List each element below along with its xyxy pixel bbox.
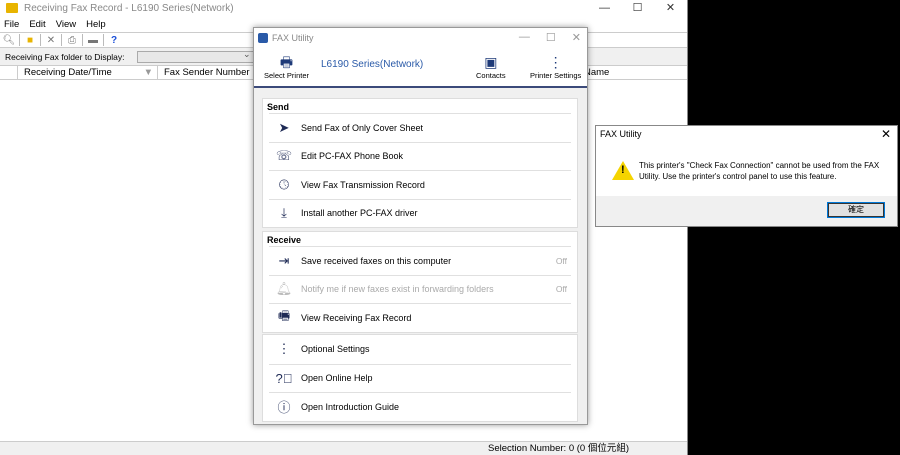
notify-new-faxes-item: 🔔︎ Notify me if new faxes exist in forwar… (269, 274, 571, 304)
alert-dialog: FAX Utility ✕ ! This printer's "Check Fa… (595, 125, 898, 227)
open-introduction-guide-item[interactable]: ⓘ Open Introduction Guide (269, 392, 571, 421)
bell-icon: 🔔︎ (275, 281, 293, 297)
question-circle-icon: ?⃝ (275, 370, 293, 386)
fax-utility-icon (258, 33, 268, 43)
record-clock-icon: 🕓︎ (278, 176, 290, 192)
fax-utility-title: FAX Utility (272, 33, 314, 43)
phone-book-icon: ☏ (275, 148, 293, 164)
view-transmission-record-item[interactable]: 🕓︎ View Fax Transmission Record (269, 170, 571, 199)
fax-utility-window: FAX Utility — ☐ ✕ 🖶 Select Printer L6190 Se… (253, 27, 588, 425)
close-button[interactable]: ✕ (654, 0, 687, 16)
more-vertical-icon: ⋮ (548, 54, 563, 70)
column-name[interactable]: Name (578, 66, 687, 79)
minimize-button[interactable]: — (519, 31, 530, 44)
dialog-title: FAX Utility (600, 129, 642, 139)
column-receiving-date[interactable]: Receiving Date/Time ▼ (18, 66, 158, 79)
delete-icon[interactable]: ✕ (44, 35, 58, 46)
toggle-state: Off (555, 284, 567, 295)
close-button[interactable]: ✕ (572, 31, 581, 44)
ok-button[interactable]: 確定 (827, 202, 885, 218)
toggle-state: Off (555, 255, 567, 266)
help-icon[interactable]: ? (107, 35, 121, 46)
status-bar: Selection Number: 0 (0 個位元組) (0, 441, 687, 455)
menu-help[interactable]: Help (86, 19, 106, 30)
receive-header: Receive (267, 235, 302, 245)
column-blank (0, 66, 18, 79)
send-header: Send (267, 102, 290, 112)
dialog-message: This printer's "Check Fax Connection" ca… (639, 161, 880, 181)
sort-arrow-icon: ▼ (143, 67, 153, 78)
title-bar: Receiving Fax Record - L6190 Series(Netw… (0, 0, 687, 16)
maximize-button: ☐ (545, 32, 556, 44)
optional-settings-item[interactable]: ⋮ Optional Settings (269, 335, 571, 364)
window-title: Receiving Fax Record - L6190 Series(Netw… (24, 2, 234, 14)
print-icon[interactable]: ⎙ (65, 35, 79, 46)
download-icon: ⤓ (281, 205, 287, 221)
save-received-faxes-item[interactable]: ⇥ Save received faxes on this computer Off (269, 246, 571, 275)
open-online-help-item[interactable]: ?⃝ Open Online Help (269, 363, 571, 393)
select-printer-button[interactable]: 🖶 Select Printer (264, 54, 309, 80)
contacts-icon: ▣ (484, 54, 498, 70)
folder-select[interactable] (136, 49, 255, 63)
open-folder-icon[interactable]: ■ (23, 35, 37, 46)
preview-icon[interactable]: 🔍︎ (2, 35, 16, 46)
maximize-button[interactable]: ☐ (621, 0, 654, 16)
menu-edit[interactable]: Edit (29, 19, 45, 30)
folder-label: Receiving Fax folder to Display: (5, 51, 125, 62)
menu-file[interactable]: File (4, 19, 19, 30)
dialog-close-button[interactable]: ✕ (881, 127, 891, 141)
edit-phone-book-item[interactable]: ☏ Edit PC-FAX Phone Book (269, 141, 571, 171)
install-driver-item[interactable]: ⤓ Install another PC-FAX driver (269, 198, 571, 228)
info-circle-icon: ⓘ (277, 400, 291, 416)
cursor-icon: ➤ (278, 119, 290, 135)
folder-icon (6, 3, 18, 13)
fax-icon[interactable]: ▬ (86, 35, 100, 46)
more-vertical-icon: ⋮ (277, 341, 291, 357)
minimize-button[interactable]: — (588, 0, 621, 16)
view-receiving-record-item[interactable]: 🖷 View Receiving Fax Record (269, 303, 571, 332)
menu-view[interactable]: View (56, 19, 76, 30)
printer-icon: 🖶 (279, 54, 294, 70)
send-cover-sheet-item[interactable]: ➤ Send Fax of Only Cover Sheet (269, 113, 571, 142)
receive-section: Receive ⇥ Save received faxes on this com… (262, 231, 578, 333)
contacts-button[interactable]: ▣ Contacts (476, 54, 506, 80)
send-section: Send ➤ Send Fax of Only Cover Sheet ☏ Edit… (262, 98, 578, 228)
other-section: ⋮ Optional Settings ?⃝ Open Online Help ⓘ O… (262, 334, 578, 422)
fax-record-icon: 🖷 (277, 307, 291, 323)
printer-settings-button[interactable]: ⋮ Printer Settings (530, 54, 581, 80)
save-to-computer-icon: ⇥ (278, 252, 290, 268)
warning-icon: ! (612, 161, 634, 180)
printer-name: L6190 Series(Network) (321, 59, 424, 70)
